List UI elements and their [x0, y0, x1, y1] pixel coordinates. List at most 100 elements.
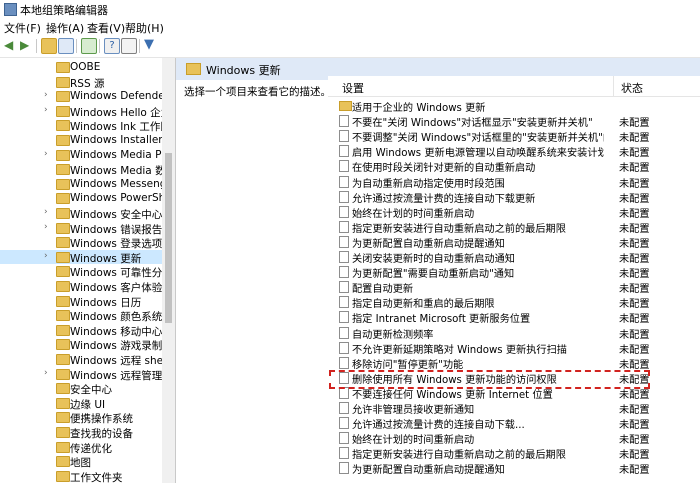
policy-setting-icon	[339, 160, 349, 173]
up-folder-icon[interactable]	[41, 38, 57, 54]
tree-item[interactable]: 安全中心	[0, 381, 162, 396]
expand-arrow-icon[interactable]: ›	[44, 90, 48, 100]
folder-icon	[56, 368, 70, 380]
menu-help[interactable]: 帮助(H)	[125, 20, 164, 36]
policy-name: 指定 Intranet Microsoft 更新服务位置	[352, 314, 531, 326]
policy-name: 允许通过按流量计费的连接自动下载...	[352, 420, 525, 432]
folder-icon	[56, 251, 70, 263]
policy-row[interactable]: 指定自动更新和重启的最后期限 未配置	[328, 294, 700, 310]
tree-item-label: Windows Media Playe	[70, 148, 176, 161]
annotation-highlight-box	[329, 370, 650, 389]
policy-row[interactable]: 不要在"关闭 Windows"对话框显示"安装更新并关机" 未配置	[328, 113, 700, 130]
tree-item[interactable]: 地图	[0, 454, 162, 469]
tree-item[interactable]: 传递优化	[0, 440, 162, 455]
policy-row[interactable]: 不允许更新延期策略对 Windows 更新执行扫描 未配置	[328, 340, 700, 356]
tree-item[interactable]: Windows 日历	[0, 294, 162, 309]
tree-item[interactable]: Windows Media 数字权	[0, 162, 175, 177]
filter-icon[interactable]: ▼	[144, 38, 158, 52]
folder-icon	[56, 164, 70, 176]
policy-row[interactable]: 移除访问"暂停更新"功能 未配置	[328, 355, 700, 371]
policy-row[interactable]: 允许非管理员接收更新通知 未配置	[328, 400, 700, 416]
tree-item[interactable]: Windows 可靠性分析	[0, 264, 173, 279]
tree-item[interactable]: OOBE	[0, 60, 162, 75]
policy-setting-icon	[339, 326, 349, 339]
policy-name: 启用 Windows 更新电源管理以自动唤醒系统来安装计划的...	[352, 148, 604, 160]
policy-row[interactable]: 适用于企业的 Windows 更新	[328, 98, 700, 114]
policy-row[interactable]: 自动更新检测频率 未配置	[328, 325, 700, 341]
policy-row[interactable]: 为更新配置"需要自动重新启动"通知 未配置	[328, 264, 700, 281]
tree-item[interactable]: › Windows 安全中心	[0, 206, 162, 221]
expand-arrow-icon[interactable]: ›	[44, 251, 48, 261]
tree-item[interactable]: Windows Messenger	[0, 177, 175, 192]
policy-name: 不要在"关闭 Windows"对话框显示"安装更新并关机"	[352, 118, 593, 130]
tree-item[interactable]: › Windows 更新	[0, 249, 162, 265]
policy-row[interactable]: 始终在计划的时间重新启动 未配置	[328, 430, 700, 446]
policy-row[interactable]: 指定更新安装进行自动重新启动之前的最后期限 未配置	[328, 219, 700, 235]
policy-row[interactable]: 配置自动更新 未配置	[328, 279, 700, 295]
tree-item[interactable]: Windows 移动中心	[0, 323, 162, 338]
tree-item[interactable]: › Windows 远程管理(Wi	[0, 367, 175, 382]
policy-row[interactable]: 启用 Windows 更新电源管理以自动唤醒系统来安装计划的... 未配置	[328, 143, 700, 160]
expand-arrow-icon[interactable]: ›	[44, 149, 48, 159]
tree-item[interactable]: Windows 远程 shell	[0, 352, 169, 367]
policy-row[interactable]: 始终在计划的时间重新启动 未配置	[328, 204, 700, 220]
tree-item[interactable]: › Windows Defender Sr	[0, 89, 175, 104]
title-bar: 本地组策略编辑器	[0, 0, 700, 18]
tree-item[interactable]: › Windows Hello 企业版	[0, 104, 175, 119]
back-icon[interactable]: ◀	[4, 38, 18, 52]
folder-icon	[339, 101, 352, 111]
policy-row[interactable]: 在使用时段关闭针对更新的自动重新启动 未配置	[328, 158, 700, 175]
expand-arrow-icon[interactable]: ›	[44, 222, 48, 232]
menu-action[interactable]: 操作(A)	[46, 20, 84, 36]
tree-item[interactable]: Windows Installer	[0, 133, 163, 148]
tree-item[interactable]: Windows 登录选项	[0, 235, 162, 250]
properties-icon[interactable]	[121, 38, 137, 54]
show-hide-tree-icon[interactable]	[58, 38, 74, 54]
forward-icon[interactable]: ▶	[20, 38, 34, 52]
tree-item[interactable]: 边缘 UI	[0, 396, 162, 411]
tree-item[interactable]: Windows 游戏录制和广	[0, 337, 175, 352]
policy-state: 未配置	[619, 238, 650, 250]
column-setting[interactable]: 设置	[342, 80, 364, 96]
tree-item[interactable]: RSS 源	[0, 75, 162, 90]
policy-setting-icon	[339, 432, 349, 445]
policy-row[interactable]: 允许通过按流量计费的连接自动下载更新 未配置	[328, 189, 700, 205]
policy-state: 未配置	[619, 163, 650, 175]
column-state[interactable]: 状态	[621, 80, 643, 96]
expand-arrow-icon[interactable]: ›	[44, 105, 48, 115]
tree-scrollbar[interactable]	[162, 58, 175, 483]
tree-item[interactable]: 便携操作系统	[0, 410, 162, 425]
menu-file[interactable]: 文件(F)	[4, 20, 41, 36]
tree-item[interactable]: Windows PowerShell	[0, 191, 175, 206]
export-icon[interactable]	[81, 38, 97, 54]
policy-row[interactable]: 不要调整"关闭 Windows"对话框里的"安装更新并关机"的默... 未配置	[328, 128, 700, 144]
help-icon[interactable]: ?	[104, 38, 120, 54]
policy-row[interactable]: 为更新配置自动重新启动提醒通知 未配置	[328, 234, 700, 250]
scrollbar-thumb[interactable]	[165, 153, 172, 323]
policy-row[interactable]: 为更新配置自动重新启动提醒通知 未配置	[328, 460, 700, 476]
tree-item[interactable]: 查找我的设备	[0, 425, 162, 440]
folder-icon	[56, 412, 70, 424]
policy-row[interactable]: 关闭安装更新时的自动重新启动通知 未配置	[328, 249, 700, 265]
tree-item[interactable]: Windows 客户体验改善	[0, 279, 175, 294]
folder-icon	[56, 178, 70, 190]
tree-item[interactable]: › Windows Media Playe	[0, 148, 175, 163]
menu-view[interactable]: 查看(V)	[87, 20, 125, 36]
tree-item[interactable]: Windows 颜色系统	[0, 308, 162, 323]
expand-arrow-icon[interactable]: ›	[44, 207, 48, 217]
column-headers: 设置 状态	[328, 76, 700, 97]
policy-name: 为更新配置"需要自动重新启动"通知	[352, 269, 515, 281]
policy-setting-icon	[339, 175, 349, 188]
tree-item[interactable]: › Windows 错误报告	[0, 221, 162, 236]
tree-item[interactable]: Windows Ink 工作区	[0, 118, 171, 133]
policy-name: 为自动重新启动指定使用时段范围	[352, 178, 505, 190]
policy-row[interactable]: 允许通过按流量计费的连接自动下载... 未配置	[328, 415, 700, 432]
tree-item[interactable]: 工作文件夹	[0, 469, 162, 483]
folder-icon	[56, 295, 70, 307]
policy-row[interactable]: 为自动重新启动指定使用时段范围 未配置	[328, 174, 700, 190]
expand-arrow-icon[interactable]: ›	[44, 368, 48, 378]
policy-state: 未配置	[619, 254, 650, 265]
policy-name: 始终在计划的时间重新启动	[352, 208, 475, 220]
policy-row[interactable]: 指定 Intranet Microsoft 更新服务位置 未配置	[328, 309, 700, 326]
policy-row[interactable]: 指定更新安装进行自动重新启动之前的最后期限 未配置	[328, 445, 700, 461]
